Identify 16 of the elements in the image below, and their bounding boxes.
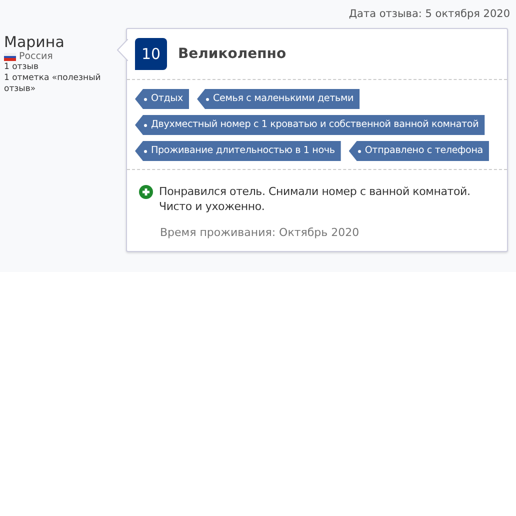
score-badge: 10 [135,38,167,70]
reviewer-country: Россия [19,51,53,62]
review-date: Дата отзыва: 5 октября 2020 [348,8,510,22]
stay-date: Время проживания: Октябрь 2020 [160,226,360,239]
review-tag: Отдых [135,89,190,109]
review-tag: Отправлено с телефона [348,141,489,161]
review-verdict: Великолепно [178,46,286,62]
review-tag: Семья с маленькими детьми [197,89,360,109]
reviewer-name: Марина [4,33,64,51]
review-count: 1 отзыв [4,62,39,73]
helpful-count: 1 отметка «полезный отзыв» [4,73,102,95]
review-tag: Проживание длительностью в 1 ночь [135,141,341,161]
plus-icon [139,185,153,199]
positive-comment: Понравился отель. Снимали номер с ванной комнатой. Чисто и ухоженно. [159,184,472,214]
flag-icon [4,52,16,60]
review-tag: Двухместный номер с 1 кроватью и собственной ванной комнатой [135,115,485,135]
